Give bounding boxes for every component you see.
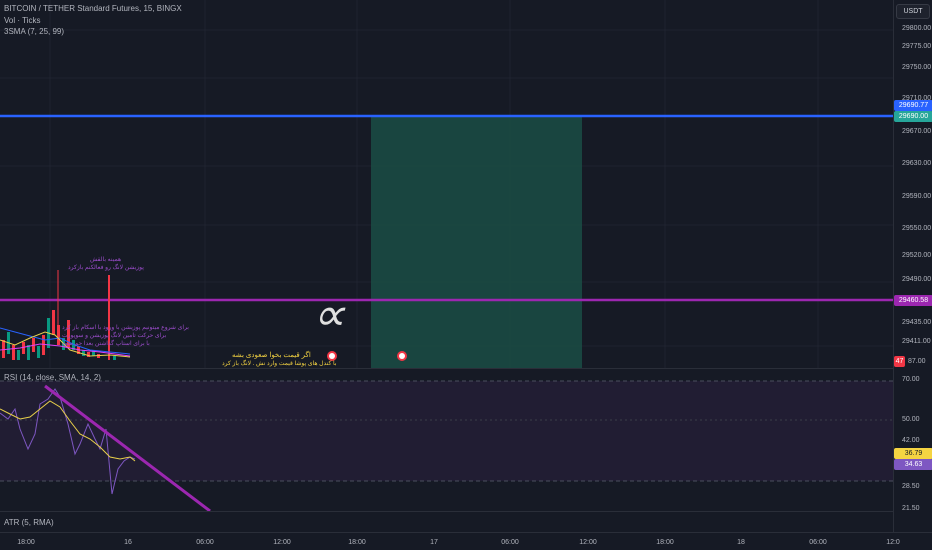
rsi-tick: 42.00 — [902, 437, 920, 444]
atr-tick: 21.50 — [902, 505, 920, 512]
price-tick: 29550.00 — [902, 225, 932, 232]
time-axis[interactable]: 18:00 16 06:00 12:00 18:00 17 06:00 12:0… — [0, 532, 932, 550]
rsi-tick: 28.50 — [902, 483, 920, 490]
time-tick: 17 — [430, 539, 438, 546]
annotation-yellow-text[interactable]: با کندل های پوشا قیمت وارد نش . لانگ باز… — [222, 360, 337, 367]
annotation-text[interactable]: پوزیشن لانگ رو فعالکنم بازکرد — [68, 264, 144, 271]
price-tick: 29590.00 — [902, 193, 932, 200]
currency-button[interactable]: USDT — [896, 4, 930, 19]
price-tick: 29520.00 — [902, 252, 932, 259]
price-tick: 29670.00 — [902, 128, 932, 135]
annotation-yellow-text[interactable]: اگر قیمت بخوا صعودی بشه — [232, 351, 311, 359]
time-tick: 18:00 — [348, 539, 366, 546]
price-tick: 29490.00 — [902, 276, 932, 283]
price-tick: 29630.00 — [902, 160, 932, 167]
price-axis[interactable]: 29800.00 29775.00 29750.00 29710.00 2967… — [893, 0, 932, 532]
time-tick: 18:00 — [17, 539, 35, 546]
time-tick: 06:00 — [501, 539, 519, 546]
rsi-canvas[interactable] — [0, 369, 893, 513]
time-tick: 12:00 — [579, 539, 597, 546]
sma-legend[interactable]: 3SMA (7, 25, 99) — [4, 27, 64, 36]
time-tick: 12:0 — [886, 539, 900, 546]
price-tick: 29775.00 — [902, 43, 932, 50]
atr-pane[interactable]: ATR (5, RMA) — [0, 512, 893, 532]
volume-legend[interactable]: Vol · Ticks — [4, 16, 40, 25]
price-badge-red: 47 — [894, 356, 905, 367]
rsi-label[interactable]: RSI (14, close, SMA, 14, 2) — [4, 373, 101, 382]
time-tick: 06:00 — [809, 539, 827, 546]
price-chart-canvas[interactable]: ∝ — [0, 0, 893, 368]
time-tick: 18 — [737, 539, 745, 546]
annotation-text[interactable]: با برای استاپ گذاشتن بعدا جم سود — [62, 340, 150, 347]
annotation-text[interactable]: برای حرکت تامین لانگ پوزیشن و سوپورت — [62, 332, 166, 339]
price-badge-red-value: 87.00 — [908, 358, 926, 365]
price-tick: 29800.00 — [902, 25, 932, 32]
rsi-badge-purple: 34.63 — [894, 459, 932, 470]
rsi-tick: 50.00 — [902, 416, 920, 423]
time-tick: 06:00 — [196, 539, 214, 546]
price-badge-green: 29690.00 — [894, 111, 932, 122]
price-tick: 29435.00 — [902, 319, 932, 326]
time-tick: 16 — [124, 539, 132, 546]
price-tick: 29750.00 — [902, 64, 932, 71]
price-badge-purple: 29460.58 — [894, 295, 932, 306]
price-badge-blue: 29690.77 — [894, 100, 932, 111]
annotation-text[interactable]: همینه بالقش — [90, 256, 121, 263]
time-tick: 18:00 — [656, 539, 674, 546]
time-tick: 12:00 — [273, 539, 291, 546]
symbol-title[interactable]: BITCOIN / TETHER Standard Futures, 15, B… — [4, 4, 182, 13]
atr-label[interactable]: ATR (5, RMA) — [4, 518, 54, 527]
price-tick: 29411.00 — [902, 338, 931, 345]
rsi-tick: 70.00 — [902, 376, 920, 383]
long-position-zone[interactable] — [371, 117, 582, 368]
rsi-pane[interactable]: RSI (14, close, SMA, 14, 2) — [0, 369, 893, 513]
rsi-badge-yellow: 36.79 — [894, 448, 932, 459]
annotation-text[interactable]: برای شروع میتونیم پوزیشن با ورود با اسکا… — [62, 324, 189, 331]
alpha-drawing[interactable]: ∝ — [312, 288, 346, 340]
price-chart-pane[interactable]: ∝ BITCOIN / TETHER Standard Futures, 15,… — [0, 0, 893, 368]
